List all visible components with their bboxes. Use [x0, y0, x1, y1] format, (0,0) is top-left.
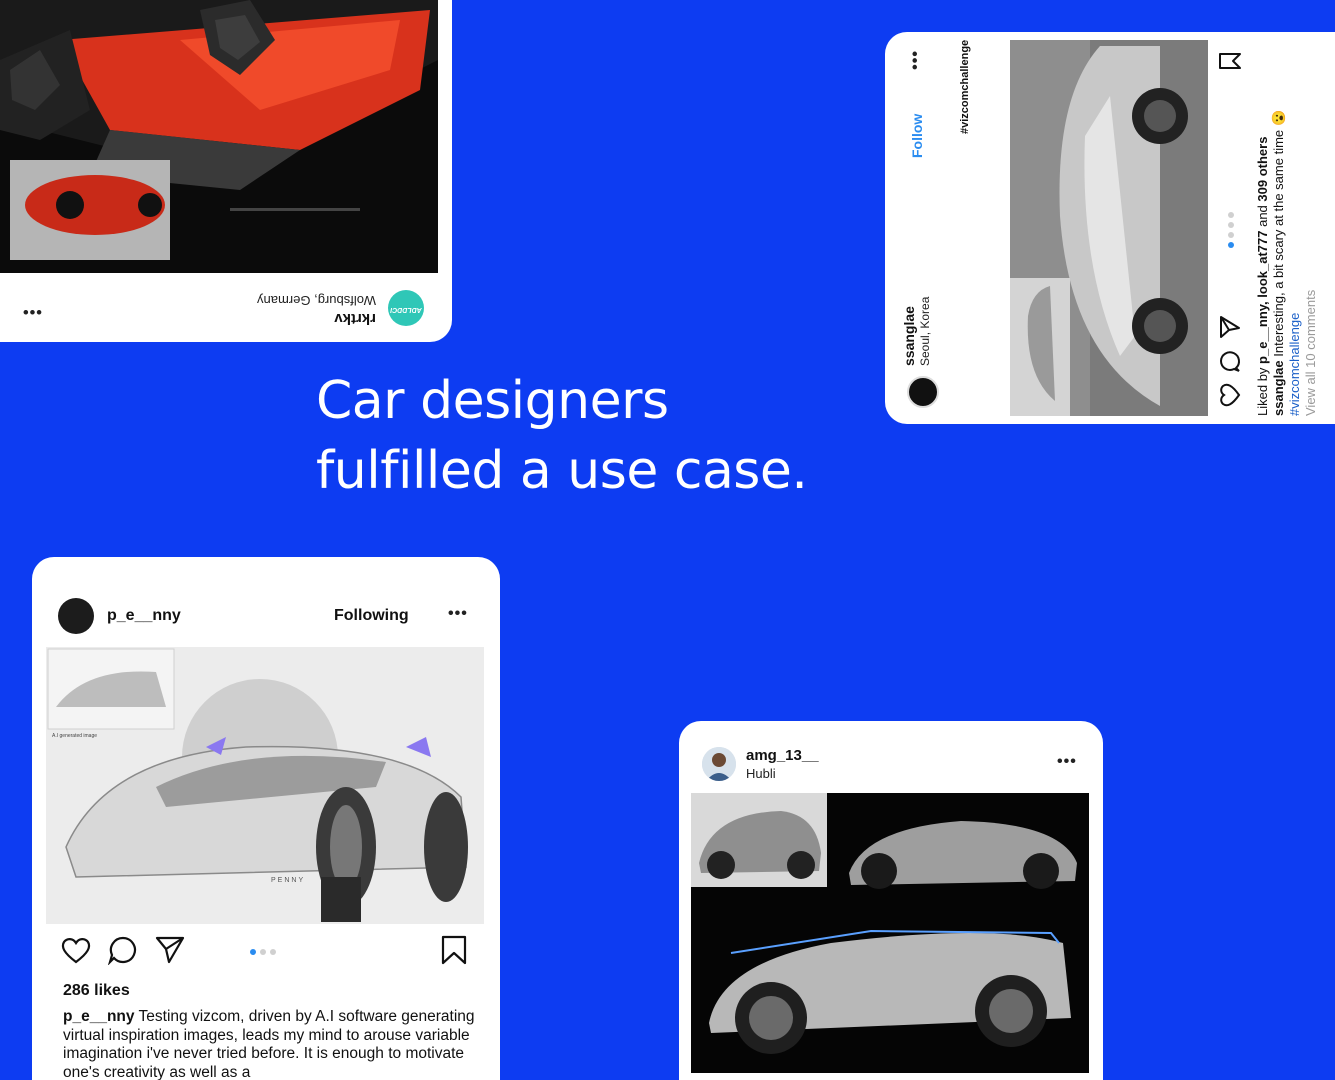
following-button[interactable]: Following: [334, 607, 409, 625]
location[interactable]: Seoul, Korea: [918, 297, 932, 366]
likes-count[interactable]: 286 likes: [63, 982, 130, 1000]
caption-username[interactable]: p_e__nny: [63, 1008, 135, 1025]
headline-line-1: Car designers: [316, 371, 669, 431]
post-caption: p_e__nny Testing vizcom, driven by A.I s…: [63, 1008, 475, 1080]
post-card-rkrtkv: ADLDDCI rkrtkv Wolfsburg, Germany •••: [0, 0, 452, 342]
more-dots-icon[interactable]: •••: [907, 50, 925, 70]
follow-button[interactable]: Follow: [909, 114, 925, 158]
person-avatar-image: [702, 747, 736, 781]
post-caption-block: Liked by p_e__nny, look_at777 and 309 ot…: [1255, 32, 1319, 416]
caption-line: ssanglae Interesting, a bit scary at the…: [1271, 32, 1287, 416]
username[interactable]: ssanglae: [901, 306, 917, 366]
heart-icon[interactable]: [1218, 382, 1242, 408]
post-photo[interactable]: A.I generated image PENNY: [46, 647, 484, 924]
rotated-post-content: ssanglae Seoul, Korea Follow ••• #vizcom…: [885, 32, 1335, 424]
avatar[interactable]: [702, 747, 736, 781]
carousel-indicator: [250, 949, 276, 955]
share-icon[interactable]: [154, 935, 186, 965]
bookmark-icon[interactable]: [440, 935, 468, 965]
more-dots-icon[interactable]: •••: [1057, 753, 1077, 771]
liked-and: and: [1255, 201, 1270, 231]
location[interactable]: Hubli: [746, 766, 776, 781]
username[interactable]: rkrtkv: [334, 310, 376, 327]
post-header: ssanglae Seoul, Korea Follow ••• #vizcom…: [885, 32, 971, 424]
brand-mark: PENNY: [271, 877, 305, 884]
comment-icon[interactable]: [1218, 348, 1242, 374]
username[interactable]: amg_13__: [746, 747, 819, 764]
liked-prefix: Liked by: [1255, 363, 1270, 416]
username[interactable]: p_e__nny: [107, 607, 181, 625]
heart-icon[interactable]: [60, 935, 92, 965]
caption-text: Interesting, a bit scary at the same tim…: [1271, 110, 1286, 361]
caption-hashtag[interactable]: #vizcomchallenge: [1287, 32, 1303, 416]
post-card-p-e-nny: p_e__nny Following ••• A.I generated ima…: [32, 557, 500, 1080]
avatar-logo-text: ADLDDCI: [390, 306, 422, 313]
post-card-ssanglae: ssanglae Seoul, Korea Follow ••• #vizcom…: [885, 32, 1335, 424]
post-photo[interactable]: [691, 793, 1089, 1073]
avatar[interactable]: [907, 376, 939, 408]
concept-car-sketch: A.I generated image PENNY: [46, 647, 484, 924]
headline-line-2: fulfilled a use case.: [316, 441, 808, 501]
bookmark-icon[interactable]: [1218, 50, 1242, 72]
liked-by-line: Liked by p_e__nny, look_at777 and 309 ot…: [1255, 32, 1271, 416]
share-icon[interactable]: [1218, 314, 1242, 340]
liked-others[interactable]: 309 others: [1255, 137, 1270, 202]
headline: Car designers fulfilled a use case.: [316, 366, 808, 506]
hashtag-title: #vizcomchallenge: [959, 39, 971, 134]
post-card-amg-13: amg_13__ Hubli •••: [679, 721, 1103, 1080]
view-comments-link[interactable]: View all 10 comments: [1303, 32, 1319, 416]
photo-inset-label: A.I generated image: [52, 733, 97, 739]
post-actions: [32, 933, 500, 977]
silver-car-render: [1010, 40, 1208, 416]
post-photo[interactable]: [1010, 40, 1208, 416]
post-photo[interactable]: [0, 0, 438, 273]
location[interactable]: Wolfsburg, Germany: [257, 293, 376, 308]
suv-concept-render: [691, 793, 1089, 1073]
caption-username[interactable]: ssanglae: [1271, 360, 1286, 416]
post-actions: [1208, 32, 1258, 424]
carousel-indicator: [1228, 212, 1234, 248]
post-header: ADLDDCI rkrtkv Wolfsburg, Germany •••: [0, 273, 452, 342]
more-dots-icon[interactable]: •••: [22, 302, 42, 320]
red-car-render: [0, 0, 438, 273]
more-dots-icon[interactable]: •••: [448, 605, 468, 623]
liked-users[interactable]: p_e__nny, look_at777: [1255, 231, 1270, 364]
post-header: p_e__nny Following •••: [32, 557, 500, 645]
post-header: amg_13__ Hubli •••: [679, 721, 1103, 793]
comment-icon[interactable]: [107, 935, 139, 965]
avatar[interactable]: [58, 598, 94, 634]
